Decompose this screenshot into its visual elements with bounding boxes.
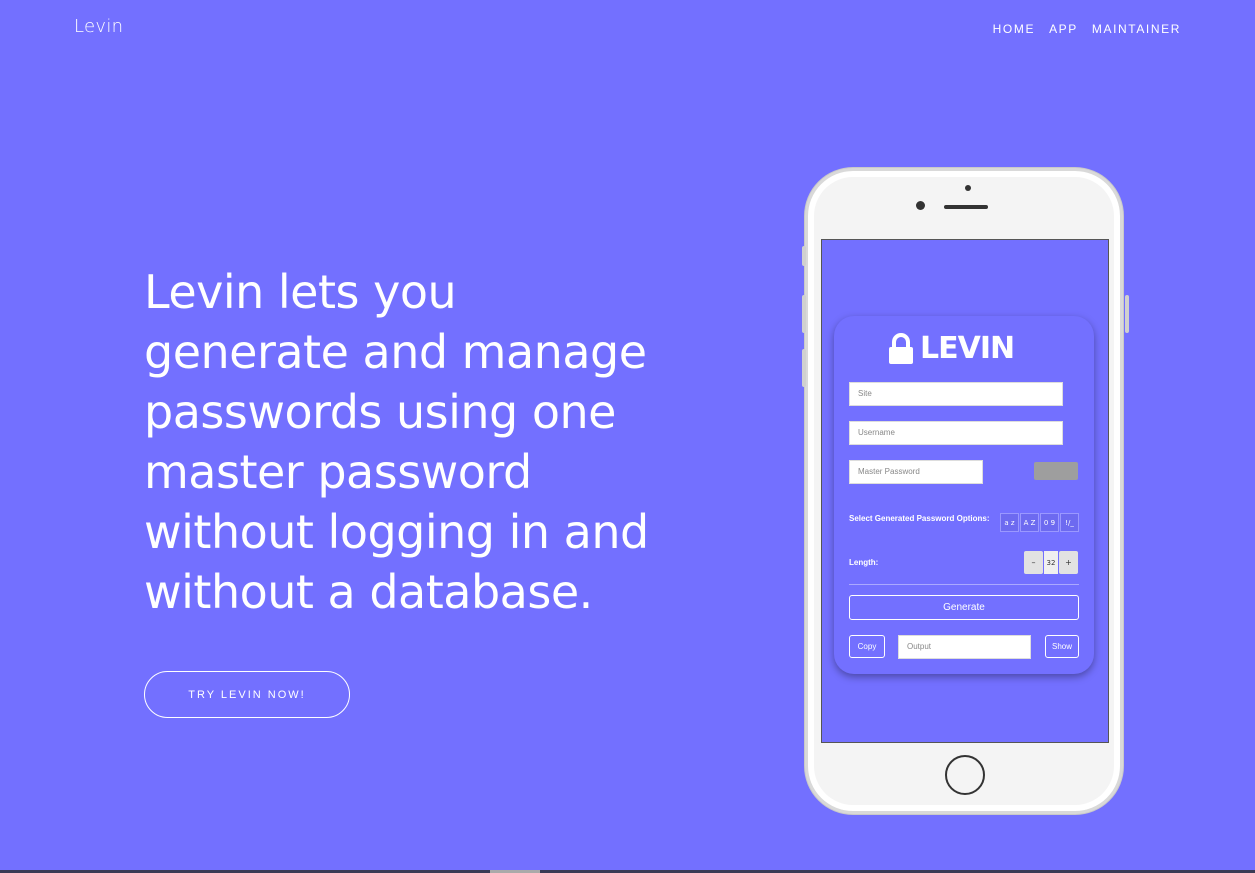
- options-label: Select Generated Password Options:: [849, 514, 990, 523]
- phone-sensor: [965, 185, 971, 191]
- master-password-toggle-button[interactable]: [1034, 462, 1078, 480]
- option-symbols-toggle[interactable]: !/_: [1060, 513, 1079, 532]
- phone-volume-down: [802, 349, 806, 387]
- app-logo-text: LEVIN: [920, 331, 1015, 366]
- try-levin-button[interactable]: TRY LEVIN NOW!: [144, 671, 350, 718]
- option-lowercase-toggle[interactable]: a z: [1000, 513, 1019, 532]
- nav-home-link[interactable]: HOME: [993, 22, 1035, 36]
- phone-camera: [916, 201, 925, 210]
- top-nav: HOME APP MAINTAINER: [993, 22, 1181, 36]
- show-button[interactable]: Show: [1045, 635, 1079, 658]
- generate-button[interactable]: Generate: [849, 595, 1079, 620]
- options-group: a z A Z 0 9 !/_: [1000, 513, 1079, 532]
- nav-maintainer-link[interactable]: MAINTAINER: [1092, 22, 1181, 36]
- site-input[interactable]: Site: [849, 382, 1063, 406]
- username-input[interactable]: Username: [849, 421, 1063, 445]
- length-label: Length:: [849, 558, 879, 567]
- phone-volume-up: [802, 295, 806, 333]
- phone-mockup: LEVIN Site Username Master Password Sele…: [802, 168, 1129, 814]
- length-decrease-button[interactable]: –: [1024, 551, 1043, 574]
- length-stepper: – 32 +: [1024, 551, 1078, 574]
- length-value[interactable]: 32: [1044, 551, 1058, 574]
- app-card: LEVIN Site Username Master Password Sele…: [834, 316, 1094, 674]
- hero-headline: Levin lets you generate and manage passw…: [144, 265, 649, 619]
- option-uppercase-toggle[interactable]: A Z: [1020, 513, 1039, 532]
- option-digits-toggle[interactable]: 0 9: [1040, 513, 1059, 532]
- phone-speaker: [944, 205, 988, 209]
- app-logo: LEVIN: [888, 331, 1015, 366]
- phone-screen: LEVIN Site Username Master Password Sele…: [821, 239, 1109, 743]
- output-field[interactable]: Output: [898, 635, 1031, 659]
- divider: [849, 584, 1079, 585]
- brand-logo-text[interactable]: Levin: [74, 16, 123, 37]
- copy-button[interactable]: Copy: [849, 635, 885, 658]
- nav-app-link[interactable]: APP: [1049, 22, 1078, 36]
- phone-power-button: [1125, 295, 1129, 333]
- lock-icon: [889, 333, 913, 364]
- phone-mute-switch: [802, 246, 806, 266]
- length-increase-button[interactable]: +: [1059, 551, 1078, 574]
- master-password-input[interactable]: Master Password: [849, 460, 983, 484]
- phone-home-button: [945, 755, 985, 795]
